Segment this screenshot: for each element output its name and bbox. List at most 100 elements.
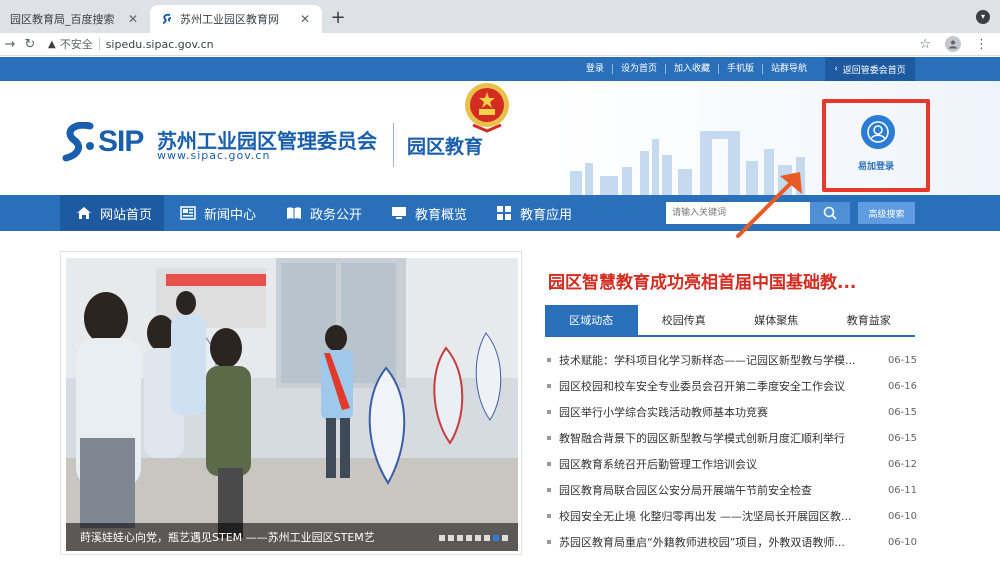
news-title[interactable]: 园区教育局联合园区公安分局开展端午节前安全检查 [559, 482, 873, 498]
slideshow-dots [439, 535, 508, 541]
sip-logo[interactable]: SIP [62, 119, 152, 165]
news-date: 06-15 [887, 406, 917, 418]
slide-dot[interactable] [457, 535, 463, 541]
nav-item-government[interactable]: 政务公开 [286, 195, 362, 231]
reload-icon[interactable]: ↻ [20, 37, 40, 52]
news-date: 06-11 [887, 484, 917, 496]
bullet [547, 384, 551, 388]
national-emblem-icon [465, 83, 509, 133]
nav-label: 政务公开 [310, 207, 363, 223]
news-date: 06-10 [887, 536, 917, 548]
slide-dot[interactable] [475, 535, 481, 541]
headline-link[interactable]: 园区智慧教育成功亮相首届中国基础教... [548, 268, 918, 293]
nav-item-apps[interactable]: 教育应用 [496, 195, 572, 231]
tab-regional-news[interactable]: 区域动态 [545, 305, 638, 335]
news-title[interactable]: 苏园区教育局重启“外籍教师进校园”项目，外教双语教师... [559, 534, 873, 550]
org-url: www.sipac.gov.cn [157, 149, 271, 162]
tab-media-focus[interactable]: 媒体聚焦 [730, 305, 823, 335]
tab-edu-family[interactable]: 教育益家 [823, 305, 916, 335]
monitor-icon [391, 206, 407, 220]
browser-tab-sipedu[interactable]: 苏州工业园区教育网 ✕ [150, 5, 322, 33]
slideshow-caption[interactable]: 莳溪娃娃心向党，瓶艺遇见STEM ——苏州工业园区STEM艺 [80, 529, 410, 545]
back-arrow-icon[interactable]: → [0, 37, 20, 52]
slide-dot[interactable] [448, 535, 454, 541]
news-title[interactable]: 园区校园和校车安全专业委员会召开第二季度安全工作会议 [559, 378, 873, 394]
bullet [547, 462, 551, 466]
bullet [547, 358, 551, 362]
news-date: 06-15 [887, 432, 917, 444]
nav-item-home[interactable]: 网站首页 [60, 195, 164, 231]
news-title[interactable]: 校园安全无止境 化整归零再出发 ——沈坚局长开展园区教... [559, 508, 873, 524]
topbar-link-favorite[interactable]: 加入收藏 [666, 64, 719, 74]
site-name: 园区教育 [407, 136, 484, 158]
nav-item-news[interactable]: 新闻中心 [180, 195, 256, 231]
news-list: 技术赋能：学科项目化学习新样态——记园区新型教与学模... 06-15 园区校园和… [545, 347, 917, 555]
tab-campus-news[interactable]: 校园传真 [638, 305, 731, 335]
browser-tab-baidu[interactable]: 园区教育局_百度搜索 ✕ [0, 5, 150, 33]
slideshow-photo [66, 258, 518, 551]
news-date: 06-10 [887, 510, 917, 522]
address-bar-actions: ☆ ⋮ [919, 36, 1000, 52]
news-item[interactable]: 苏园区教育局重启“外籍教师进校园”项目，外教双语教师... 06-10 [545, 529, 917, 555]
news-title[interactable]: 教智融合背景下的园区新型教与学模式创新月度汇顺利举行 [559, 430, 873, 446]
news-item[interactable]: 园区举行小学综合实践活动教师基本功竞赛 06-15 [545, 399, 917, 425]
url-text[interactable]: sipedu.sipac.gov.cn [106, 38, 214, 51]
profile-avatar-icon[interactable] [945, 36, 961, 52]
news-date: 06-16 [887, 380, 917, 392]
slide-dot[interactable] [484, 535, 490, 541]
bullet [547, 436, 551, 440]
nav-item-overview[interactable]: 教育概览 [391, 195, 467, 231]
news-item[interactable]: 教智融合背景下的园区新型教与学模式创新月度汇顺利举行 06-15 [545, 425, 917, 451]
topbar-link-login[interactable]: 登录 [578, 64, 613, 74]
slide-dot[interactable] [502, 535, 508, 541]
nav-label: 教育概览 [415, 207, 468, 223]
close-icon[interactable]: ✕ [298, 12, 312, 26]
site-favicon-icon [160, 12, 174, 26]
news-item[interactable]: 园区教育局联合园区公安分局开展端午节前安全检查 06-11 [545, 477, 917, 503]
nav-label: 网站首页 [100, 207, 153, 223]
slide-dot[interactable] [466, 535, 472, 541]
topbar-link-mobile[interactable]: 手机版 [719, 64, 763, 74]
news-title[interactable]: 技术赋能：学科项目化学习新样态——记园区新型教与学模... [559, 352, 873, 368]
close-icon[interactable]: ✕ [126, 12, 140, 26]
warning-icon[interactable]: ▲ [48, 39, 56, 50]
news-date: 06-15 [887, 354, 917, 366]
tab-search-icon[interactable]: ▾ [976, 10, 990, 24]
news-item[interactable]: 校园安全无止境 化整归零再出发 ——沈坚局长开展园区教... 06-10 [545, 503, 917, 529]
news-item[interactable]: 技术赋能：学科项目化学习新样态——记园区新型教与学模... 06-15 [545, 347, 917, 373]
news-title[interactable]: 园区教育系统召开后勤管理工作培训会议 [559, 456, 873, 472]
annotation-arrow-icon [736, 172, 802, 238]
advanced-search-button[interactable]: 高级搜索 [858, 202, 915, 224]
bullet [547, 410, 551, 414]
chevron-left-icon: ‹ [834, 64, 838, 74]
security-label[interactable]: 不安全 [60, 36, 93, 52]
slide-dot-active[interactable] [493, 535, 499, 541]
slide-dot[interactable] [439, 535, 445, 541]
tab-title: 苏州工业园区教育网 [180, 13, 279, 26]
news-title[interactable]: 园区举行小学综合实践活动教师基本功竞赛 [559, 404, 873, 420]
back-to-committee-link[interactable]: ‹ 返回管委会首页 [825, 57, 915, 81]
search-icon [823, 206, 837, 220]
topbar-links: 登录 设为首页 加入收藏 手机版 站群导航 [578, 57, 815, 81]
browser-menu-icon[interactable]: ⋮ [975, 37, 988, 52]
news-item[interactable]: 园区校园和校车安全专业委员会召开第二季度安全工作会议 06-16 [545, 373, 917, 399]
home-icon [76, 206, 92, 220]
bullet [547, 488, 551, 492]
back-link-label: 返回管委会首页 [842, 65, 906, 76]
omnibox-divider [98, 38, 100, 50]
omnibox[interactable]: ▲ 不安全 sipedu.sipac.gov.cn [48, 34, 214, 54]
sip-swirl-icon [62, 122, 94, 162]
nav-label: 教育应用 [520, 207, 573, 223]
login-label: 易加登录 [857, 162, 894, 172]
topbar-link-site-nav[interactable]: 站群导航 [763, 64, 815, 74]
yijia-login-button[interactable]: 易加登录 [822, 99, 930, 192]
slideshow[interactable]: 莳溪娃娃心向党，瓶艺遇见STEM ——苏州工业园区STEM艺 [66, 258, 518, 551]
nav-label: 新闻中心 [204, 207, 257, 223]
news-date: 06-12 [887, 458, 917, 470]
new-tab-button[interactable]: + [328, 8, 348, 28]
search-button[interactable] [810, 202, 850, 224]
news-item[interactable]: 园区教育系统召开后勤管理工作培训会议 06-12 [545, 451, 917, 477]
topbar-link-set-home[interactable]: 设为首页 [613, 64, 666, 74]
browser-tabstrip: 园区教育局_百度搜索 ✕ 苏州工业园区教育网 ✕ + ▾ [0, 0, 1000, 33]
bookmark-star-icon[interactable]: ☆ [919, 37, 931, 52]
